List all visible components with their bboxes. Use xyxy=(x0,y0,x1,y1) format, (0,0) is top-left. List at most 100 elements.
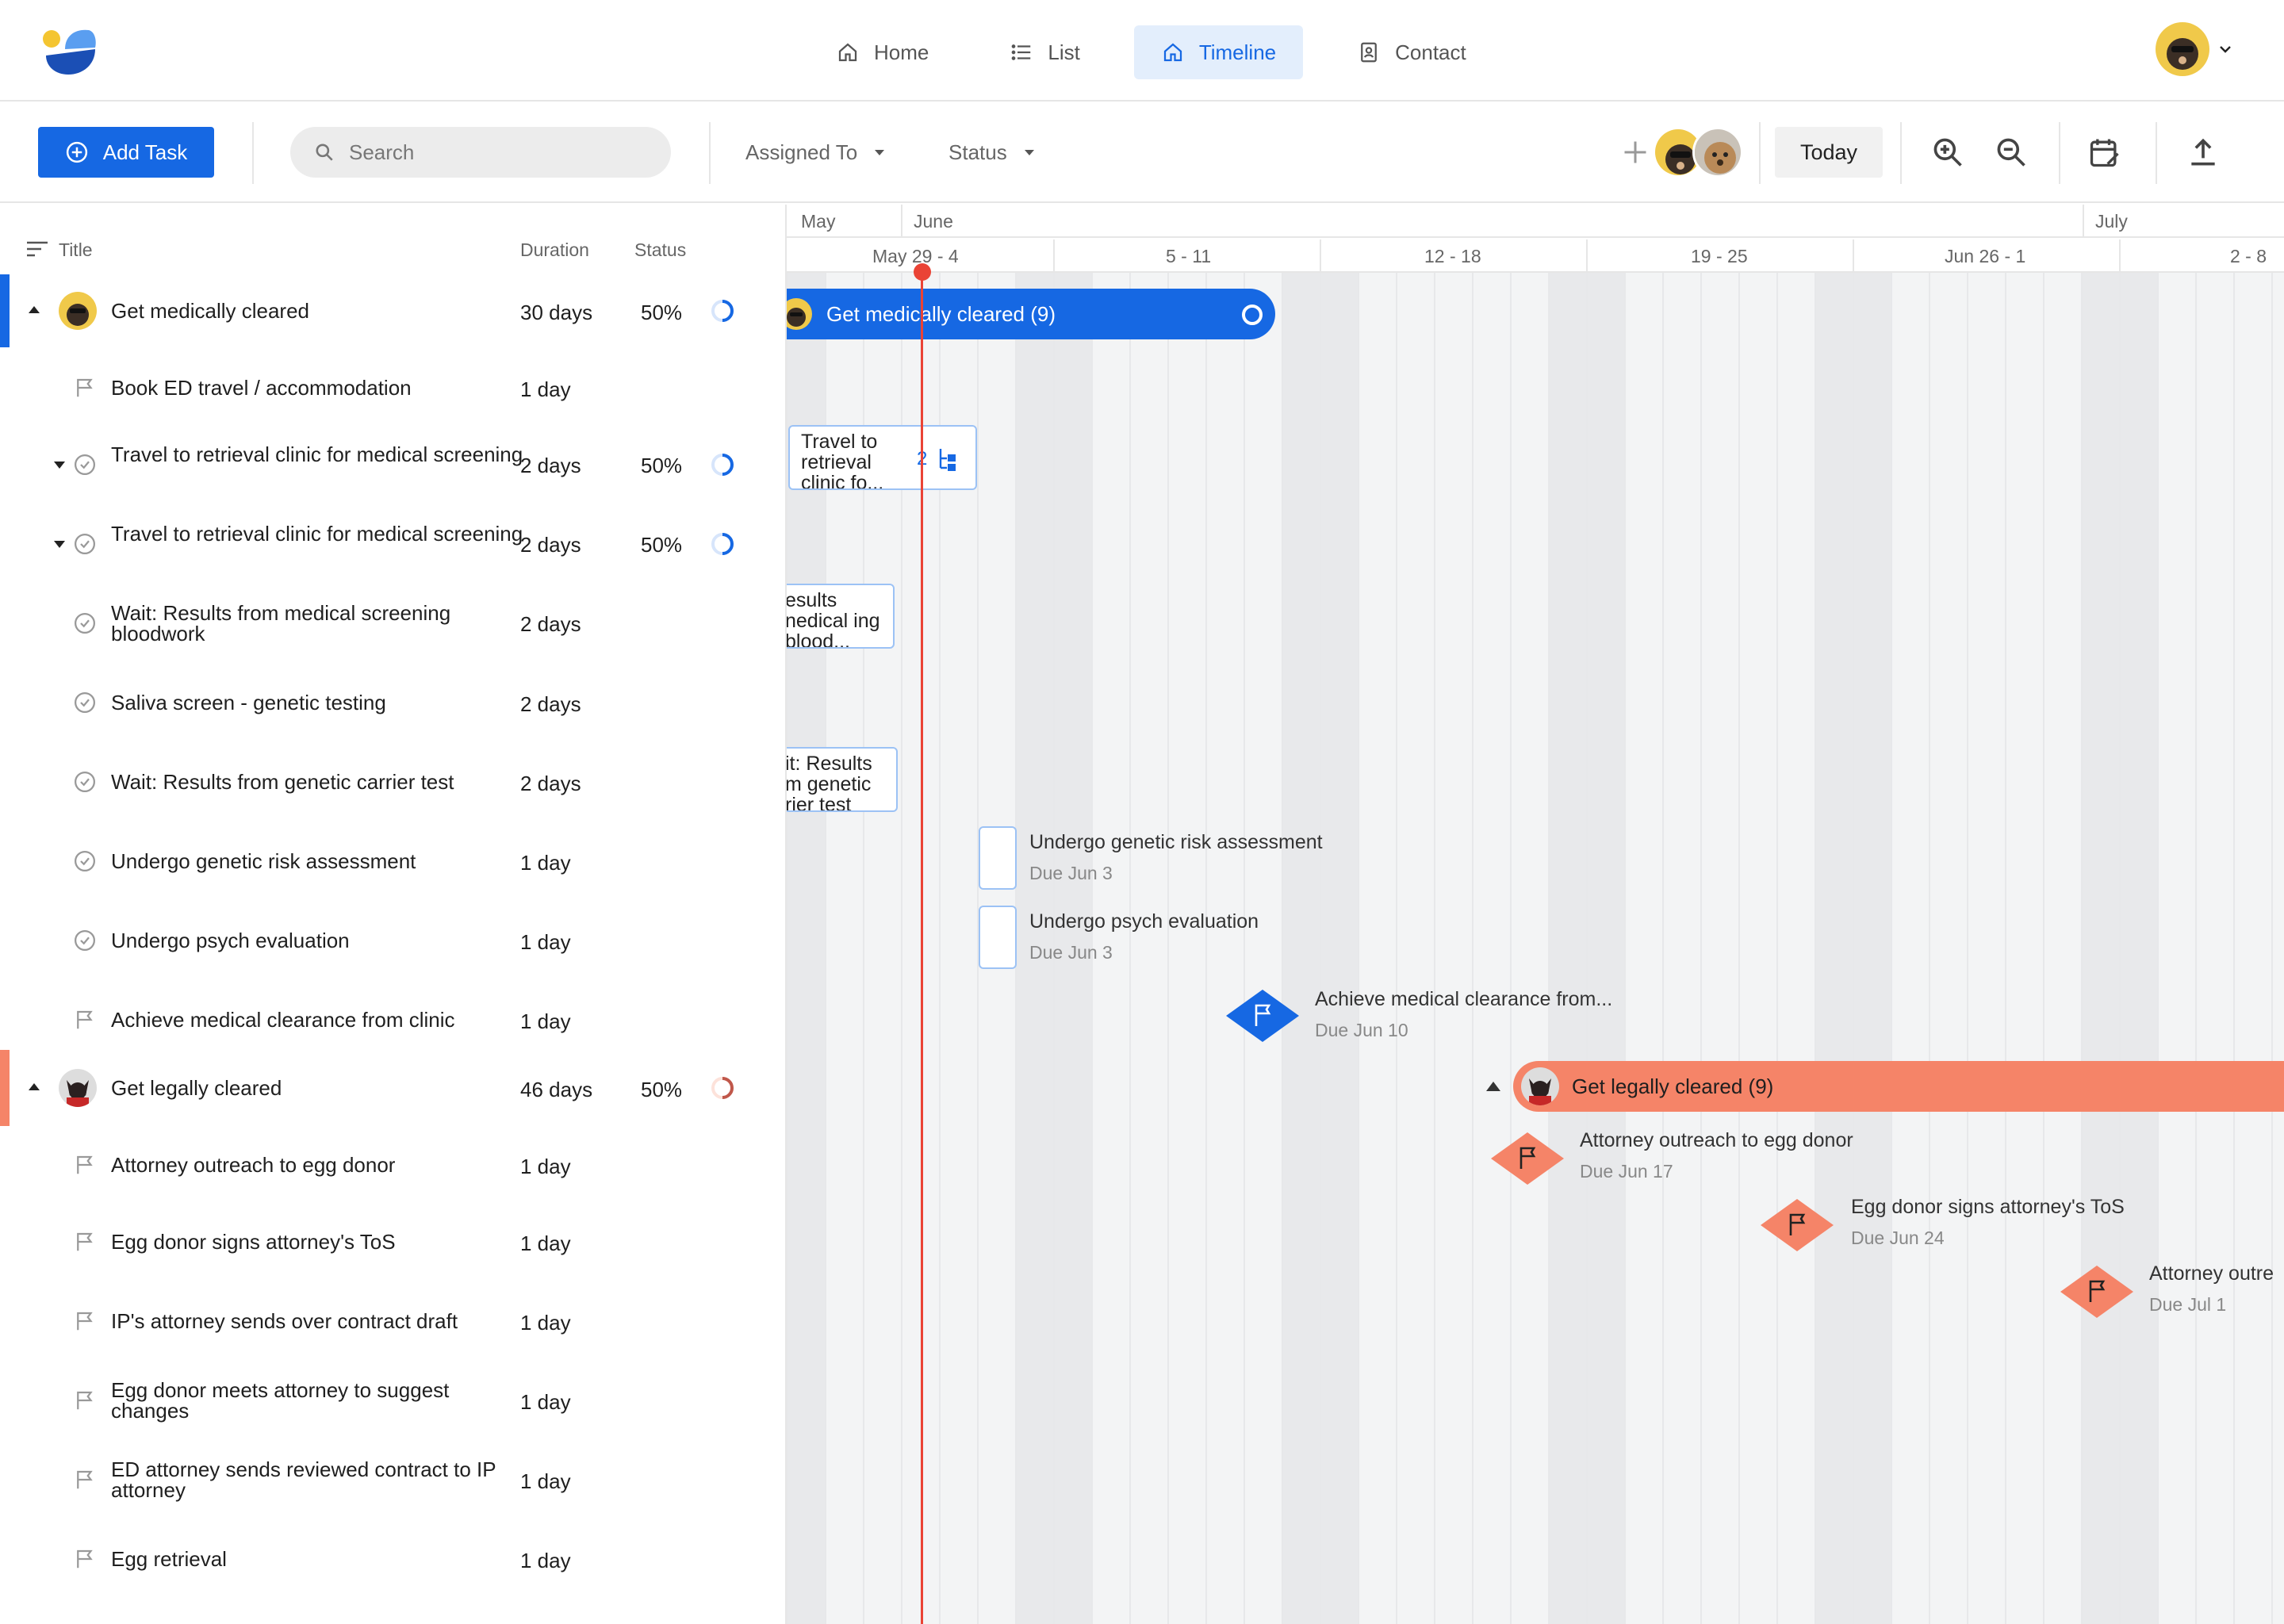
task-row[interactable]: Travel to retrieval clinic for medical s… xyxy=(0,425,785,504)
task-row[interactable]: Achieve medical clearance from clinic 1 … xyxy=(0,980,785,1059)
nav-home[interactable]: Home xyxy=(809,25,956,79)
day-grid-line xyxy=(1586,273,1588,1624)
week-divider xyxy=(1586,239,1588,273)
day-grid-line xyxy=(1205,273,1207,1624)
status-filter[interactable]: Status xyxy=(948,127,1034,178)
task-row[interactable]: Wait: Results from medical screening blo… xyxy=(0,584,785,663)
task-title: Egg donor signs attorney's ToS xyxy=(111,1230,396,1254)
task-row[interactable]: Book ED travel / accommodation 1 day xyxy=(0,349,785,425)
timeline-panel[interactable]: May June July May 29 - 4 5 - 11 12 - 18 … xyxy=(785,205,2284,1624)
add-member-icon[interactable] xyxy=(1621,138,1650,167)
task-row[interactable]: Wait: Results from genetic carrier test … xyxy=(0,742,785,822)
search-icon xyxy=(316,144,333,161)
nav-list[interactable]: List xyxy=(983,25,1106,79)
expand-toggle-icon[interactable] xyxy=(54,541,65,548)
task-row[interactable]: Egg donor signs attorney's ToS 1 day xyxy=(0,1202,785,1281)
group-bar-medical[interactable]: Get medically cleared (9) xyxy=(787,289,1275,339)
task-row[interactable]: Saliva screen - genetic testing 2 days xyxy=(0,663,785,742)
divider xyxy=(1900,122,1902,184)
task-title: Achieve medical clearance from clinic xyxy=(111,1008,455,1032)
sort-icon[interactable] xyxy=(25,239,49,259)
collapse-toggle-icon[interactable] xyxy=(29,1083,40,1090)
week-label: 19 - 25 xyxy=(1691,246,1748,266)
column-duration[interactable]: Duration xyxy=(520,239,589,261)
check-circle-icon xyxy=(75,930,95,951)
collapse-toggle-icon[interactable] xyxy=(29,306,40,313)
check-circle-icon xyxy=(75,534,95,554)
day-grid-line xyxy=(1548,273,1550,1624)
profile-menu[interactable] xyxy=(2156,22,2233,76)
task-bar-results[interactable]: esults nedical ing blood... xyxy=(787,584,895,649)
task-row[interactable]: Undergo genetic risk assessment 1 day xyxy=(0,822,785,901)
day-grid-line xyxy=(1320,273,1321,1624)
milestone-attorney[interactable] xyxy=(2060,1266,2133,1318)
task-row[interactable]: IP's attorney sends over contract draft … xyxy=(0,1281,785,1361)
member-avatars[interactable] xyxy=(1653,127,1743,178)
day-grid-line xyxy=(1853,273,1854,1624)
month-divider xyxy=(901,205,902,238)
milestone-outreach[interactable] xyxy=(1491,1132,1564,1185)
task-row[interactable]: Egg donor meets attorney to suggest chan… xyxy=(0,1361,785,1440)
task-title: Undergo genetic risk assessment xyxy=(111,849,416,873)
task-duration: 2 days xyxy=(520,533,581,557)
column-status[interactable]: Status xyxy=(634,239,686,261)
group-accent xyxy=(0,274,10,347)
divider xyxy=(2059,122,2060,184)
timeline-icon xyxy=(1163,43,1182,62)
milestone-due: Due Jun 24 xyxy=(1851,1228,1945,1248)
task-duration: 1 day xyxy=(520,1009,571,1033)
task-row[interactable]: Undergo psych evaluation 1 day xyxy=(0,901,785,980)
day-grid-line xyxy=(1510,273,1512,1624)
nav-contact[interactable]: Contact xyxy=(1330,25,1493,79)
zoom-out-icon[interactable] xyxy=(1994,135,2029,170)
collapse-toggle-icon[interactable] xyxy=(1486,1082,1500,1091)
month-label: July xyxy=(2095,211,2128,232)
task-title: Wait: Results from medical screening blo… xyxy=(111,601,451,645)
task-duration: 1 day xyxy=(520,1311,571,1335)
task-row[interactable]: Egg retrieval 1 day xyxy=(0,1519,785,1599)
add-task-button[interactable]: Add Task xyxy=(38,127,214,178)
day-grid-line xyxy=(1738,273,1740,1624)
week-divider xyxy=(2119,239,2121,273)
task-row-group[interactable]: Get legally cleared 46 days 50% xyxy=(0,1050,785,1126)
user-avatar xyxy=(2156,22,2209,76)
search-box[interactable] xyxy=(290,127,671,178)
check-circle-icon xyxy=(75,692,95,713)
upload-icon[interactable] xyxy=(2186,135,2221,170)
nav-timeline-label: Timeline xyxy=(1198,40,1277,64)
task-row-group[interactable]: Get medically cleared 30 days 50% xyxy=(0,274,785,347)
column-title[interactable]: Title xyxy=(59,239,93,261)
assignee-avatar xyxy=(59,292,97,330)
milestone-tos[interactable] xyxy=(1761,1199,1834,1251)
subtasks-icon[interactable] xyxy=(936,447,960,473)
nav-timeline[interactable]: Timeline xyxy=(1133,25,1304,79)
task-bar-psych[interactable] xyxy=(979,906,1017,969)
milestone-clearance[interactable] xyxy=(1226,990,1299,1042)
task-bar-genetic-risk[interactable] xyxy=(979,826,1017,890)
weekend-band xyxy=(2083,273,2159,1624)
day-grid-line xyxy=(1282,273,1283,1624)
calendar-edit-icon[interactable] xyxy=(2087,135,2122,170)
group-bar-legal[interactable]: Get legally cleared (9) xyxy=(1513,1061,2284,1112)
task-bar-genetic[interactable]: it: Results m genetic rier test xyxy=(787,747,898,812)
app-logo[interactable] xyxy=(41,25,98,76)
task-row[interactable]: Travel to retrieval clinic for medical s… xyxy=(0,504,785,584)
search-input[interactable] xyxy=(349,140,650,165)
expand-toggle-icon[interactable] xyxy=(54,462,65,469)
day-grid-line xyxy=(2119,273,2121,1624)
assignee-avatar xyxy=(59,1069,97,1107)
assigned-to-filter[interactable]: Assigned To xyxy=(745,127,885,178)
flag-icon xyxy=(77,1312,93,1331)
task-row[interactable]: Attorney outreach to egg donor 1 day xyxy=(0,1126,785,1202)
day-grid-line xyxy=(1396,273,1397,1624)
check-circle-icon xyxy=(75,454,95,475)
zoom-in-icon[interactable] xyxy=(1930,135,1965,170)
day-grid-line xyxy=(1358,273,1359,1624)
divider xyxy=(2156,122,2157,184)
progress-ring xyxy=(1242,304,1263,325)
task-row[interactable]: ED attorney sends reviewed contract to I… xyxy=(0,1440,785,1519)
task-title: ED attorney sends reviewed contract to I… xyxy=(111,1457,496,1502)
task-bar-travel[interactable]: Travel to retrieval clinic fo... 2 xyxy=(788,425,977,490)
today-button[interactable]: Today xyxy=(1775,127,1883,178)
milestone-label: Achieve medical clearance from... xyxy=(1315,988,1613,1010)
